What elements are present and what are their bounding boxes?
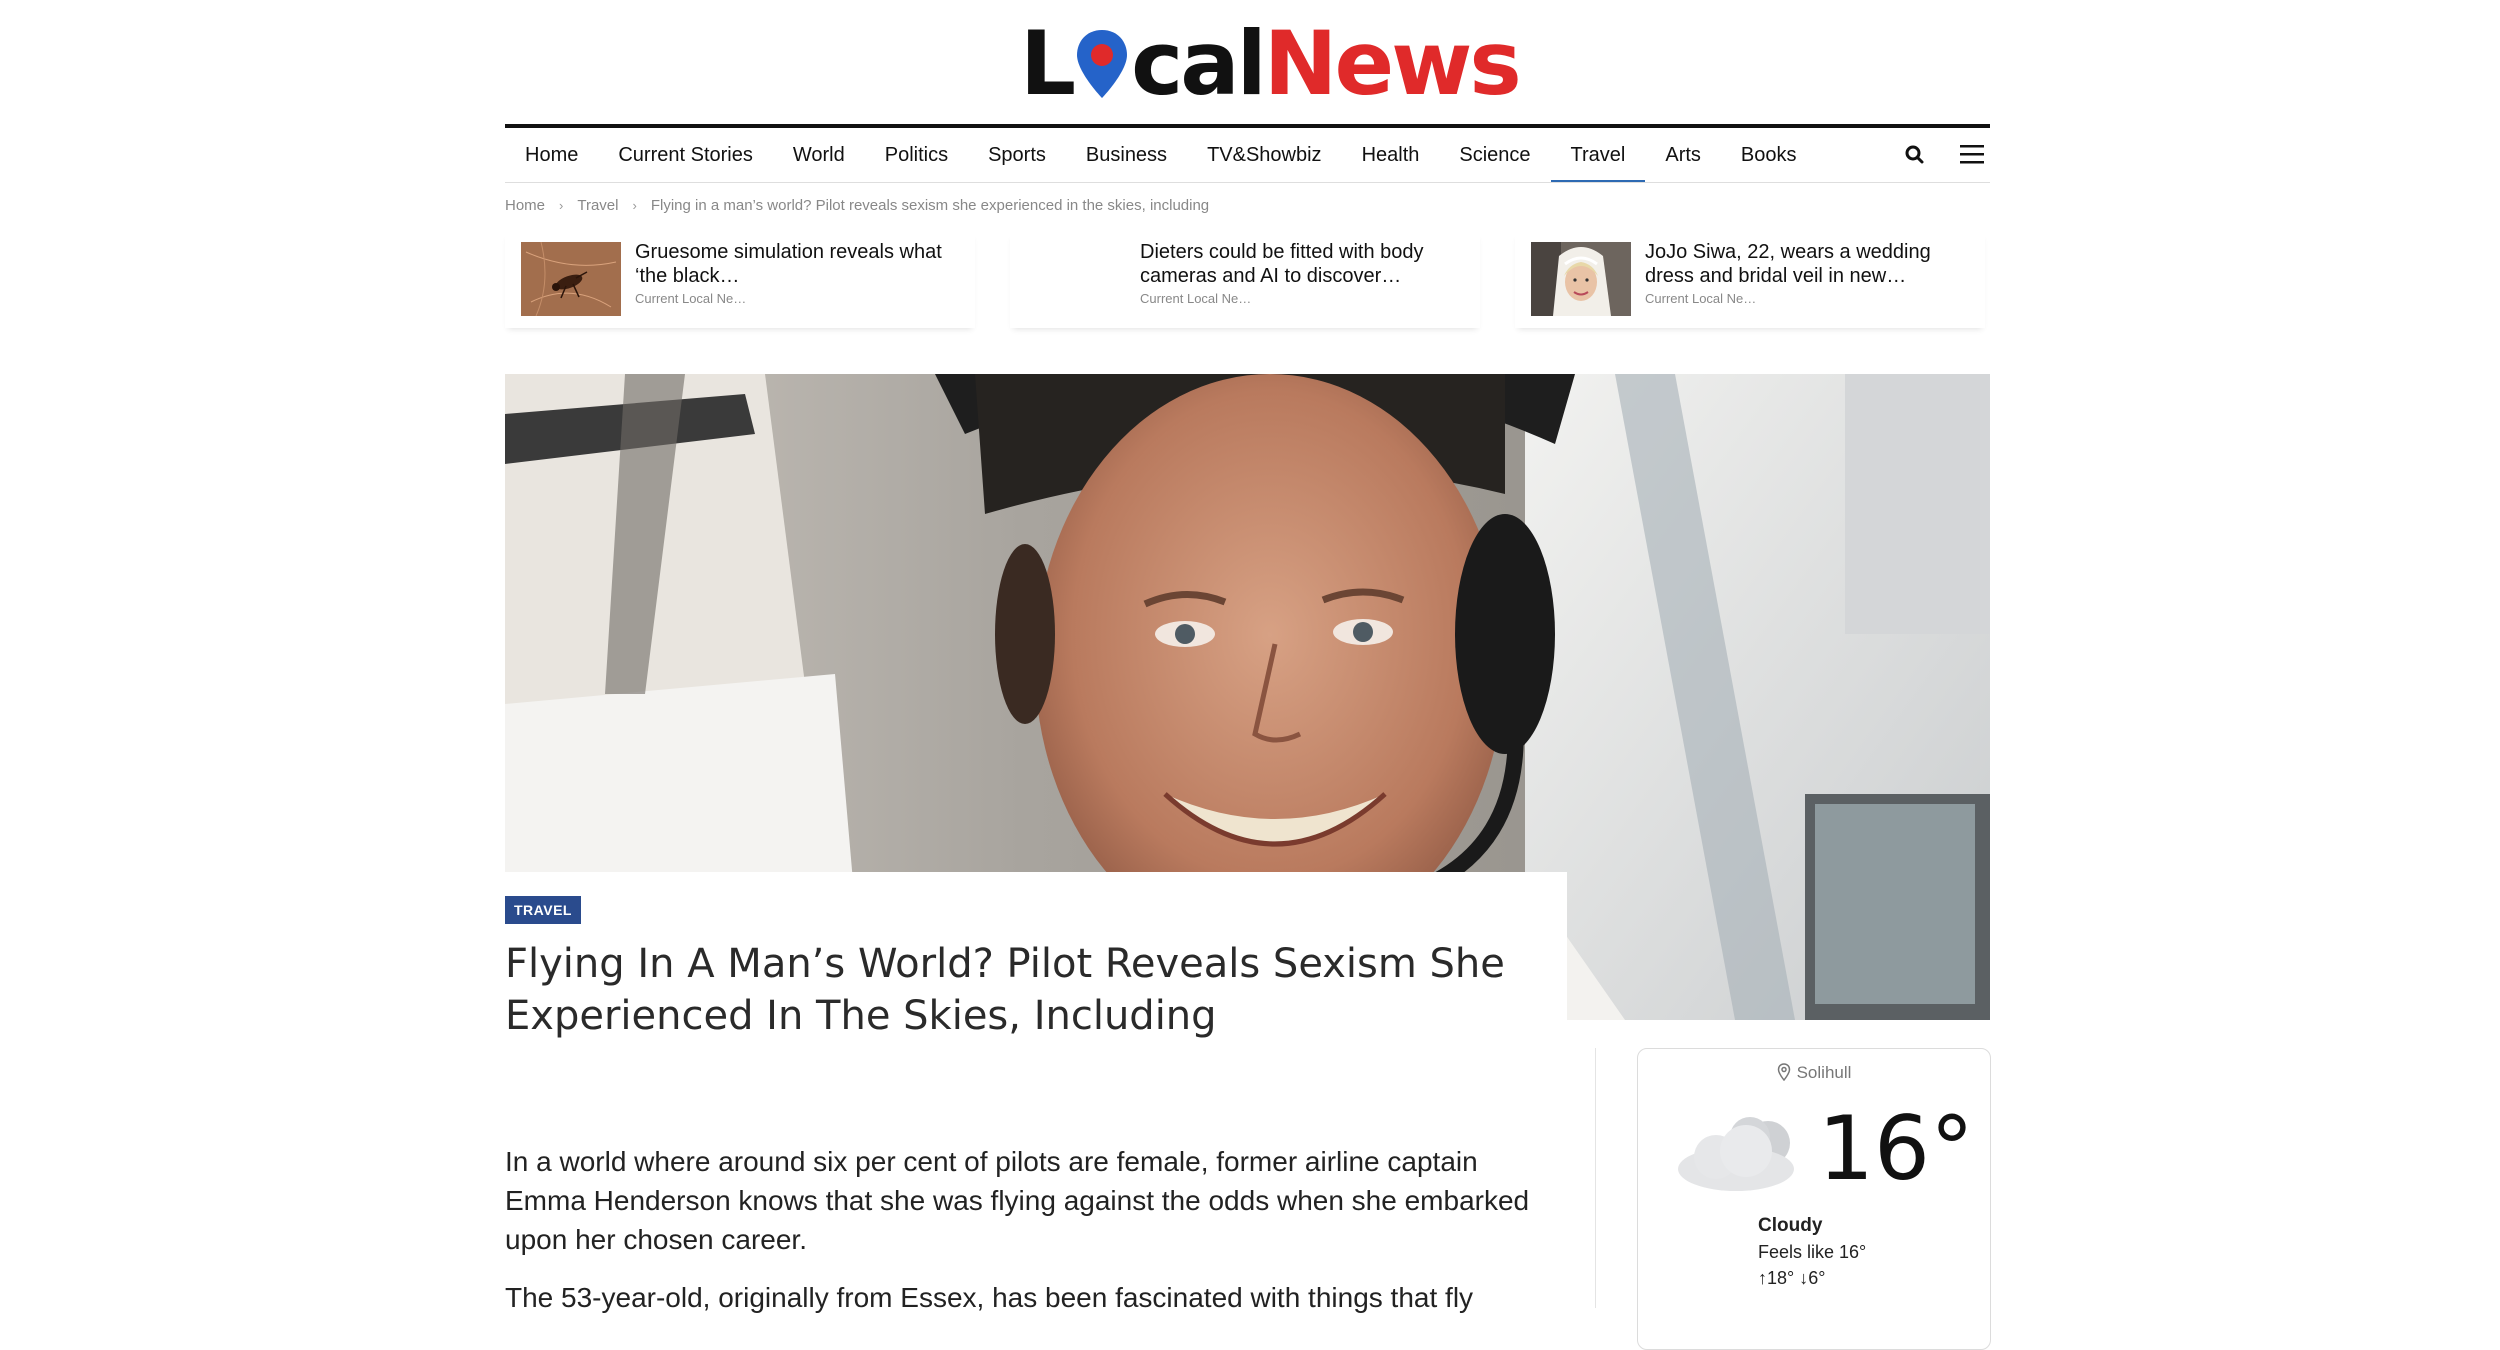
article-paragraph: The 53-year-old, originally from Essex, …: [505, 1282, 1474, 1313]
related-card-source: Current Local Ne…: [635, 291, 747, 306]
nav-item-tv-showbiz[interactable]: TV&Showbiz: [1187, 128, 1342, 182]
nav-item-politics[interactable]: Politics: [865, 128, 968, 182]
nav-item-business[interactable]: Business: [1066, 128, 1187, 182]
logo-text-cal: cal: [1131, 12, 1267, 115]
search-icon: [1905, 145, 1924, 164]
nav-item-world[interactable]: World: [773, 128, 865, 182]
category-badge[interactable]: TRAVEL: [505, 896, 581, 924]
related-card-source: Current Local Ne…: [1645, 291, 1757, 306]
nav-item-sports[interactable]: Sports: [968, 128, 1066, 182]
location-pin-logo-icon: [1073, 18, 1131, 110]
weather-location-label: Solihull: [1796, 1063, 1852, 1082]
weather-widget[interactable]: Solihull 16° Cloudy Feels like 16° ↑18° …: [1637, 1048, 1991, 1350]
weather-location: Solihull: [1638, 1063, 1990, 1086]
related-thumbnail-bride: [1531, 242, 1631, 316]
logo-text-l: L: [1020, 12, 1076, 115]
nav-item-arts[interactable]: Arts: [1645, 128, 1721, 182]
logo-text-news: News: [1263, 12, 1522, 115]
main-nav: Home Current Stories World Politics Spor…: [505, 128, 1990, 183]
cloud-icon: [1676, 1107, 1800, 1193]
related-thumbnail-blank: [1026, 242, 1126, 316]
chevron-right-icon: ›: [559, 197, 564, 213]
nav-item-science[interactable]: Science: [1439, 128, 1550, 182]
nav-item-home[interactable]: Home: [505, 128, 598, 182]
related-card[interactable]: Dieters could be fitted with body camera…: [1010, 232, 1480, 328]
nav-item-health[interactable]: Health: [1342, 128, 1440, 182]
sidebar-divider: [1595, 1048, 1596, 1308]
nav-item-current-stories[interactable]: Current Stories: [598, 128, 773, 182]
breadcrumb-category[interactable]: Travel: [577, 197, 618, 214]
weather-temperature: 16°: [1818, 1097, 1974, 1200]
search-button[interactable]: [1900, 140, 1930, 170]
hamburger-menu-icon: [1960, 145, 1984, 164]
nav-item-books[interactable]: Books: [1721, 128, 1817, 182]
nav-item-travel[interactable]: Travel: [1550, 128, 1646, 183]
related-card-title[interactable]: Gruesome simulation reveals what ‘the bl…: [635, 240, 965, 288]
related-thumbnail-insect: [521, 242, 621, 316]
map-pin-icon: [1777, 1063, 1791, 1086]
weather-condition: Cloudy: [1758, 1215, 1823, 1236]
chevron-right-icon: ›: [632, 197, 637, 213]
weather-feels-like: Feels like 16°: [1758, 1242, 1867, 1262]
related-card-title[interactable]: Dieters could be fitted with body camera…: [1140, 240, 1470, 288]
breadcrumb-home[interactable]: Home: [505, 197, 545, 214]
weather-high-low: ↑18° ↓6°: [1758, 1268, 1826, 1288]
related-card[interactable]: Gruesome simulation reveals what ‘the bl…: [505, 232, 975, 328]
article-headline: Flying In A Man’s World? Pilot Reveals S…: [505, 941, 1505, 1039]
breadcrumb-current: Flying in a man’s world? Pilot reveals s…: [650, 196, 1210, 214]
article-paragraph: In a world where around six per cent of …: [505, 1146, 1530, 1255]
related-card-title[interactable]: JoJo Siwa, 22, wears a wedding dress and…: [1645, 240, 1975, 288]
breadcrumb: Home › Travel › Flying in a man’s world?…: [505, 194, 1209, 216]
site-logo[interactable]: L cal News: [1020, 12, 1522, 115]
menu-button[interactable]: [1955, 140, 1989, 170]
related-card[interactable]: JoJo Siwa, 22, wears a wedding dress and…: [1515, 232, 1985, 328]
nav-bottom-rule: [505, 182, 1990, 183]
related-card-source: Current Local Ne…: [1140, 291, 1252, 306]
